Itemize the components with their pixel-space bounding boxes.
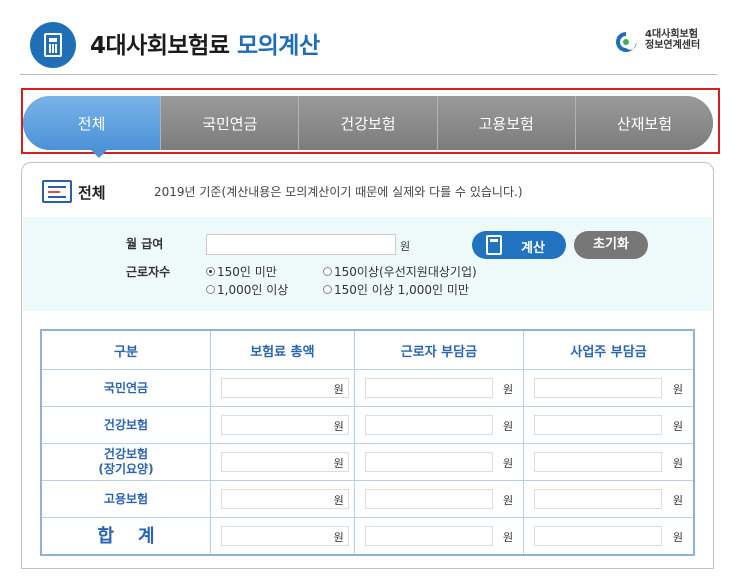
col-header-employer: 사업주 부담금 bbox=[523, 329, 695, 370]
amount-input[interactable] bbox=[364, 489, 493, 509]
unit-label: 원 bbox=[672, 383, 683, 396]
unit-label: 원 bbox=[333, 531, 344, 544]
radio-1000-plus[interactable]: 1,000인 이상 bbox=[206, 281, 288, 298]
calculate-button[interactable]: 계산 bbox=[472, 231, 566, 259]
radio-under-150[interactable]: 150인 미만 bbox=[206, 263, 277, 280]
insurance-tabs: 전체 국민연금 건강보험 고용보험 산재보험 bbox=[23, 96, 713, 150]
unit-label: 원 bbox=[333, 494, 344, 507]
unit-label: 원 bbox=[502, 383, 514, 396]
tab-all[interactable]: 전체 bbox=[23, 96, 161, 150]
salary-label: 월 급여 bbox=[126, 237, 164, 251]
calculator-logo-icon bbox=[30, 22, 76, 68]
radio-label: 150인 미만 bbox=[217, 265, 277, 279]
amount-input[interactable] bbox=[221, 378, 349, 398]
workers-label: 근로자수 bbox=[126, 265, 171, 279]
notice-text: 2019년 기준(계산내용은 모의계산이기 때문에 실제와 다를 수 있습니다.… bbox=[154, 185, 523, 199]
title-main: 4대사회보험료 bbox=[90, 33, 237, 59]
row-label-pension: 국민연금 bbox=[40, 369, 211, 407]
amount-input[interactable] bbox=[364, 526, 493, 546]
monitor-icon bbox=[42, 180, 72, 203]
title-accent: 모의계산 bbox=[236, 33, 320, 59]
amount-input[interactable] bbox=[534, 526, 663, 546]
unit-label: 원 bbox=[672, 420, 683, 433]
radio-label: 150인 이상 1,000인 미만 bbox=[334, 283, 469, 297]
amount-input[interactable] bbox=[221, 415, 349, 435]
salary-input[interactable] bbox=[206, 234, 396, 255]
amount-input[interactable] bbox=[221, 452, 349, 472]
unit-label: 원 bbox=[333, 420, 344, 433]
unit-label: 원 bbox=[502, 457, 514, 470]
amount-input[interactable] bbox=[364, 378, 493, 398]
radio-dot bbox=[323, 267, 332, 276]
org-name-line1: 4대사회보험 bbox=[645, 29, 698, 40]
header-divider bbox=[20, 74, 717, 75]
table-row: 합계 원 원 원 bbox=[40, 517, 695, 556]
org-name-line2: 정보연계센터 bbox=[645, 40, 701, 51]
salary-unit: 원 bbox=[400, 240, 411, 253]
table-row: 국민연금 원 원 원 bbox=[40, 369, 695, 407]
table-header-row: 구분 보험료 총액 근로자 부담금 사업주 부담금 bbox=[40, 329, 695, 370]
amount-input[interactable] bbox=[364, 452, 493, 472]
unit-label: 원 bbox=[333, 457, 344, 470]
premium-table: 구분 보험료 총액 근로자 부담금 사업주 부담금 국민연금 원 원 원 건강보… bbox=[40, 329, 695, 556]
unit-label: 원 bbox=[672, 494, 683, 507]
unit-label: 원 bbox=[672, 457, 683, 470]
calculator-icon bbox=[486, 235, 502, 255]
content-panel: 전체 2019년 기준(계산내용은 모의계산이기 때문에 실제와 다를 수 있습… bbox=[21, 162, 714, 569]
col-header-employee: 근로자 부담금 bbox=[353, 329, 525, 370]
amount-input[interactable] bbox=[534, 415, 663, 435]
amount-input[interactable] bbox=[221, 489, 349, 509]
row-label-employment: 고용보험 bbox=[40, 480, 211, 518]
col-header-category: 구분 bbox=[40, 329, 211, 370]
radio-dot-selected bbox=[206, 267, 215, 276]
radio-dot bbox=[206, 285, 215, 294]
unit-label: 원 bbox=[672, 531, 683, 544]
row-label-long-term-care: 건강보험 (장기요양) bbox=[40, 443, 211, 481]
row-label-total: 합계 bbox=[40, 517, 211, 556]
col-header-total: 보험료 총액 bbox=[210, 329, 355, 370]
amount-input[interactable] bbox=[221, 526, 349, 546]
unit-label: 원 bbox=[502, 531, 514, 544]
org-name: 4대사회보험 정보연계센터 bbox=[645, 29, 700, 51]
unit-label: 원 bbox=[502, 420, 514, 433]
table-row: 건강보험 (장기요양) 원 원 원 bbox=[40, 443, 695, 481]
amount-input[interactable] bbox=[534, 378, 663, 398]
unit-label: 원 bbox=[333, 383, 344, 396]
tab-health-insurance[interactable]: 건강보험 bbox=[298, 96, 437, 150]
amount-input[interactable] bbox=[364, 415, 493, 435]
radio-label: 150이상(우선지원대상기업) bbox=[334, 265, 477, 279]
tab-employment-insurance[interactable]: 고용보험 bbox=[436, 96, 575, 150]
org-logo-icon bbox=[616, 32, 637, 52]
radio-150-priority[interactable]: 150이상(우선지원대상기업) bbox=[323, 263, 477, 280]
calculate-button-label: 계산 bbox=[521, 241, 545, 256]
unit-label: 원 bbox=[502, 494, 514, 507]
table-row: 고용보험 원 원 원 bbox=[40, 480, 695, 518]
table-row: 건강보험 원 원 원 bbox=[40, 406, 695, 444]
row-label-health: 건강보험 bbox=[40, 406, 211, 444]
active-tab-pointer bbox=[90, 149, 108, 158]
radio-dot bbox=[323, 285, 332, 294]
reset-button[interactable]: 초기화 bbox=[574, 231, 648, 259]
amount-input[interactable] bbox=[534, 452, 663, 472]
tab-national-pension[interactable]: 국민연금 bbox=[160, 96, 299, 150]
radio-label: 1,000인 이상 bbox=[217, 283, 289, 297]
section-title: 전체 bbox=[78, 184, 106, 202]
tab-industrial-accident[interactable]: 산재보험 bbox=[574, 96, 713, 150]
radio-150-to-1000[interactable]: 150인 이상 1,000인 미만 bbox=[323, 281, 469, 298]
amount-input[interactable] bbox=[534, 489, 663, 509]
page-title: 4대사회보험료 모의계산 bbox=[90, 26, 320, 60]
